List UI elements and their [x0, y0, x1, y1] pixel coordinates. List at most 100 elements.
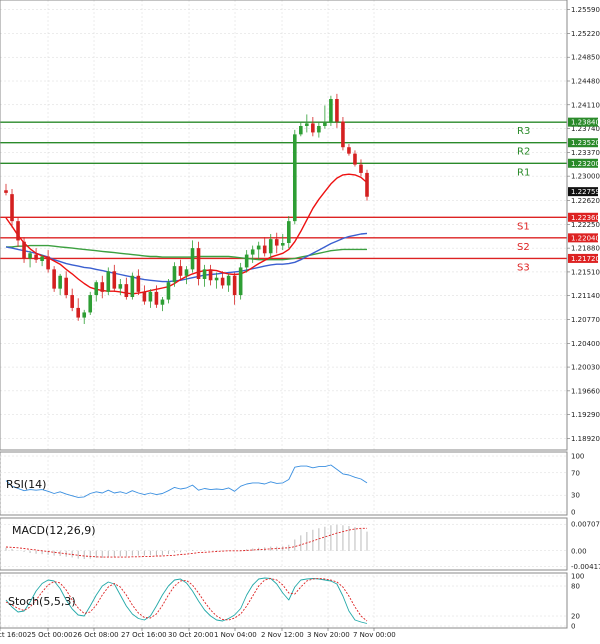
- price-tick-label: 1.21880: [571, 245, 600, 253]
- level-label-r2: R2: [517, 147, 530, 158]
- sub-tick-label: 100: [571, 453, 584, 461]
- price-tick-label: 1.22250: [571, 221, 600, 229]
- price-tick-label: 1.24110: [571, 101, 600, 109]
- candle-body: [16, 221, 20, 241]
- forex-chart: R3 R2 R1 S1 S2 S3 1.25590 1.25220 1.24850 1.2448…: [0, 0, 600, 644]
- candle-body: [323, 122, 327, 126]
- price-tick-label: 1.24850: [571, 54, 600, 62]
- level-label-r3: R3: [517, 126, 530, 137]
- candle: [106, 267, 111, 296]
- sub-tick-label: 0.007079: [571, 521, 600, 529]
- candle-body: [46, 256, 50, 270]
- sub-tick-label: 80: [571, 583, 580, 591]
- candle-body: [268, 239, 273, 254]
- candle-body: [160, 299, 165, 305]
- price-tick-label: 1.23370: [571, 149, 600, 157]
- candle-body: [238, 267, 243, 296]
- level-price-tag-text: 1.22040: [571, 234, 600, 242]
- candle-body: [244, 254, 249, 268]
- macd-title: MACD(12,26,9): [12, 524, 96, 537]
- candle-body: [196, 248, 201, 279]
- price-tick-label: 1.22620: [571, 197, 600, 205]
- level-label-r1: R1: [517, 167, 530, 178]
- candle-body: [250, 249, 255, 255]
- candle-body: [311, 123, 315, 133]
- sub-tick-label: 100: [571, 573, 584, 581]
- candle-body: [232, 275, 237, 296]
- current-price-tag-text: 1.22759: [571, 188, 600, 196]
- price-tick-label: 1.20400: [571, 340, 600, 348]
- candle-body: [262, 245, 267, 254]
- candle-body: [52, 269, 56, 289]
- time-tick-label: 30 Oct 20:00: [168, 631, 214, 639]
- level-price-tag-text: 1.22360: [571, 214, 600, 222]
- price-tick-label: 1.21510: [571, 268, 600, 276]
- level-price-tag-text: 1.21720: [571, 255, 600, 263]
- candle-body: [178, 266, 183, 276]
- candle-body: [353, 153, 357, 165]
- candle: [329, 95, 333, 126]
- level-label-s2: S2: [517, 242, 530, 253]
- time-tick-label: 2 Nov 12:00: [261, 631, 304, 639]
- candle-body: [148, 291, 153, 302]
- candle-body: [280, 243, 285, 246]
- stoch-title: Stoch(5,5,3): [8, 595, 76, 608]
- price-tick-label: 1.24480: [571, 78, 600, 86]
- candle-body: [214, 277, 219, 281]
- rsi-title: RSI(14): [6, 478, 46, 491]
- level-label-s3: S3: [517, 262, 530, 273]
- sub-tick-label: 0: [571, 623, 575, 631]
- candle-body: [274, 239, 279, 246]
- candle: [238, 262, 243, 300]
- sub-tick-label: -0.004172: [571, 563, 600, 571]
- candle-body: [34, 254, 38, 260]
- price-tick-label: 1.23000: [571, 173, 600, 181]
- candle-body: [154, 291, 159, 305]
- candle-body: [64, 277, 68, 296]
- time-tick-label: 7 Nov 00:00: [353, 631, 396, 639]
- candle-body: [184, 269, 189, 276]
- level-price-tag-text: 1.23200: [571, 160, 600, 168]
- sub-tick-label: 0.00: [571, 547, 587, 555]
- price-tick-label: 1.25220: [571, 30, 600, 38]
- candle-body: [365, 172, 369, 197]
- candle-body: [82, 312, 87, 318]
- time-tick-label: 26 Oct 08:00: [73, 631, 119, 639]
- time-tick-label: 3 Nov 20:00: [307, 631, 350, 639]
- level-label-s1: S1: [517, 221, 530, 232]
- price-tick-label: 1.25590: [571, 6, 600, 14]
- candle: [88, 291, 93, 315]
- candle-body: [124, 284, 129, 297]
- candle-body: [76, 307, 80, 318]
- time-tick-label: ct 16:00: [0, 631, 27, 639]
- candle-body: [94, 282, 99, 296]
- candle-body: [226, 275, 231, 286]
- candle-body: [341, 121, 345, 148]
- sub-tick-label: 20: [571, 613, 580, 621]
- candle-body: [359, 164, 363, 173]
- price-tick-label: 1.19660: [571, 387, 600, 395]
- candle: [52, 266, 56, 292]
- candle-body: [130, 275, 135, 297]
- candle-body: [118, 284, 123, 289]
- candle-body: [88, 295, 93, 313]
- candle-body: [220, 277, 225, 286]
- sub-tick-label: 30: [571, 492, 580, 500]
- candle-body: [28, 253, 32, 259]
- candle-body: [317, 126, 321, 133]
- candle-body: [10, 194, 14, 222]
- candle: [293, 129, 297, 225]
- level-price-tag-text: 1.23520: [571, 139, 600, 147]
- candle-body: [202, 269, 207, 279]
- candle-body: [70, 295, 74, 308]
- candle-body: [136, 275, 141, 292]
- candle: [196, 241, 201, 286]
- candle-body: [293, 134, 297, 222]
- candle-body: [208, 269, 213, 281]
- candle-body: [347, 147, 351, 154]
- candle-body: [4, 190, 8, 193]
- price-tick-label: 1.18920: [571, 435, 600, 443]
- candle-body: [166, 282, 171, 300]
- chart-background: [0, 0, 600, 644]
- price-tick-label: 1.20030: [571, 364, 600, 372]
